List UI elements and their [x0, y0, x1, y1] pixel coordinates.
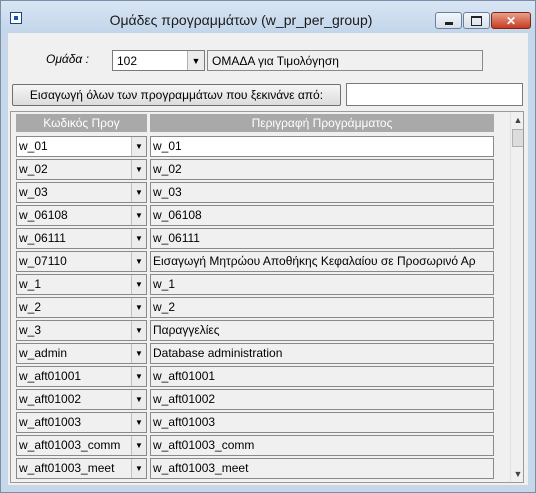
program-code-value: w_aft01003_meet	[19, 461, 115, 475]
scroll-up-icon[interactable]: ▲	[511, 112, 523, 128]
table-row[interactable]: w_07110 ▼ Εισαγωγή Μητρώου Αποθήκης Κεφαλα…	[11, 251, 501, 274]
vertical-scrollbar[interactable]: ▲ ▼	[510, 112, 523, 482]
program-code-dropdown[interactable]: w_aft01003 ▼	[16, 412, 147, 433]
group-combo-value: 102	[117, 54, 138, 68]
table-row[interactable]: w_aft01003_comm ▼ w_aft01003_comm	[11, 435, 501, 458]
minimize-button[interactable]	[435, 12, 462, 29]
program-description-field[interactable]: Παραγγελίες	[150, 320, 494, 341]
program-description-field[interactable]: w_01	[150, 136, 494, 157]
close-button[interactable]: ✕	[491, 12, 531, 29]
program-code-value: w_06108	[19, 208, 68, 222]
chevron-down-icon[interactable]: ▼	[131, 436, 146, 455]
group-combo[interactable]: 102 ▼	[112, 50, 205, 71]
program-code-value: w_2	[19, 300, 42, 314]
import-prefix-input[interactable]	[346, 83, 523, 106]
column-header-description: Περιγραφή Προγράμματος	[150, 114, 494, 132]
program-code-value: w_aft01001	[19, 369, 82, 383]
program-code-dropdown[interactable]: w_03 ▼	[16, 182, 147, 203]
table-row[interactable]: w_2 ▼ w_2	[11, 297, 501, 320]
table-row[interactable]: w_01 ▼ w_01	[11, 136, 501, 159]
program-code-dropdown[interactable]: w_aft01003_comm ▼	[16, 435, 147, 456]
program-code-dropdown[interactable]: w_07110 ▼	[16, 251, 147, 272]
chevron-down-icon[interactable]: ▼	[131, 160, 146, 179]
program-description-field[interactable]: Database administration	[150, 343, 494, 364]
chevron-down-icon[interactable]: ▼	[187, 51, 204, 70]
program-code-value: w_aft01002	[19, 392, 82, 406]
program-code-value: w_admin	[19, 346, 68, 360]
program-code-dropdown[interactable]: w_aft01002 ▼	[16, 389, 147, 410]
program-description-field[interactable]: w_aft01003_meet	[150, 458, 494, 479]
table-row[interactable]: w_1 ▼ w_1	[11, 274, 501, 297]
table-row[interactable]: w_3 ▼ Παραγγελίες	[11, 320, 501, 343]
title-bar[interactable]: Ομάδες προγραμμάτων (w_pr_per_group) ✕	[1, 1, 535, 33]
table-row[interactable]: w_aft01001 ▼ w_aft01001	[11, 366, 501, 389]
maximize-icon	[471, 15, 482, 26]
table-row[interactable]: w_03 ▼ w_03	[11, 182, 501, 205]
program-groups-window: Ομάδες προγραμμάτων (w_pr_per_group) ✕ Ο…	[0, 0, 536, 493]
table-row[interactable]: w_06108 ▼ w_06108	[11, 205, 501, 228]
program-description-field[interactable]: w_aft01001	[150, 366, 494, 387]
chevron-down-icon[interactable]: ▼	[131, 137, 146, 156]
program-code-dropdown[interactable]: w_1 ▼	[16, 274, 147, 295]
chevron-down-icon[interactable]: ▼	[131, 229, 146, 248]
table-row[interactable]: w_admin ▼ Database administration	[11, 343, 501, 366]
chevron-down-icon[interactable]: ▼	[131, 459, 146, 478]
program-description-field[interactable]: w_1	[150, 274, 494, 295]
chevron-down-icon[interactable]: ▼	[131, 252, 146, 271]
programs-grid: Κωδικός Προγ Περιγραφή Προγράμματος w_01…	[10, 111, 524, 483]
program-code-value: w_02	[19, 162, 48, 176]
program-description-field[interactable]: w_aft01002	[150, 389, 494, 410]
group-description-field: ΟΜΑΔΑ για Τιμολόγηση	[207, 50, 483, 71]
program-code-dropdown[interactable]: w_01 ▼	[16, 136, 147, 157]
program-code-value: w_06111	[19, 231, 66, 245]
program-code-dropdown[interactable]: w_06108 ▼	[16, 205, 147, 226]
chevron-down-icon[interactable]: ▼	[131, 413, 146, 432]
program-code-dropdown[interactable]: w_2 ▼	[16, 297, 147, 318]
import-programs-button[interactable]: Εισαγωγή όλων των προγραμμάτων που ξεκιν…	[12, 84, 341, 106]
program-code-dropdown[interactable]: w_3 ▼	[16, 320, 147, 341]
program-code-value: w_aft01003	[19, 415, 82, 429]
program-description-field[interactable]: w_06111	[150, 228, 494, 249]
window-title: Ομάδες προγραμμάτων (w_pr_per_group)	[109, 12, 373, 28]
program-description-field[interactable]: w_aft01003_comm	[150, 435, 494, 456]
scrollbar-thumb[interactable]	[512, 129, 523, 147]
group-label: Ομάδα :	[46, 52, 89, 66]
table-row[interactable]: w_02 ▼ w_02	[11, 159, 501, 182]
program-description-field[interactable]: w_02	[150, 159, 494, 180]
scroll-down-icon[interactable]: ▼	[511, 466, 523, 482]
program-code-value: w_aft01003_comm	[19, 438, 121, 452]
maximize-button[interactable]	[463, 12, 490, 29]
program-code-dropdown[interactable]: w_aft01003_meet ▼	[16, 458, 147, 479]
table-row[interactable]: w_06111 ▼ w_06111	[11, 228, 501, 251]
table-row[interactable]: w_aft01003_meet ▼ w_aft01003_meet	[11, 458, 501, 481]
program-code-value: w_07110	[19, 254, 67, 268]
program-description-field[interactable]: Εισαγωγή Μητρώου Αποθήκης Κεφαλαίου σε Π…	[150, 251, 494, 272]
chevron-down-icon[interactable]: ▼	[131, 298, 146, 317]
table-row[interactable]: w_aft01003 ▼ w_aft01003	[11, 412, 501, 435]
chevron-down-icon[interactable]: ▼	[131, 206, 146, 225]
table-row[interactable]: w_aft01002 ▼ w_aft01002	[11, 389, 501, 412]
program-code-value: w_1	[19, 277, 42, 291]
close-icon: ✕	[505, 13, 517, 28]
program-code-value: w_03	[19, 185, 48, 199]
program-code-dropdown[interactable]: w_admin ▼	[16, 343, 147, 364]
window-client-area: Ομάδα : 102 ▼ ΟΜΑΔΑ για Τιμολόγηση Εισαγ…	[8, 33, 528, 485]
program-code-dropdown[interactable]: w_aft01001 ▼	[16, 366, 147, 387]
program-description-field[interactable]: w_aft01003	[150, 412, 494, 433]
chevron-down-icon[interactable]: ▼	[131, 321, 146, 340]
chevron-down-icon[interactable]: ▼	[131, 344, 146, 363]
chevron-down-icon[interactable]: ▼	[131, 275, 146, 294]
program-code-dropdown[interactable]: w_06111 ▼	[16, 228, 147, 249]
column-header-code: Κωδικός Προγ	[16, 114, 147, 132]
program-description-field[interactable]: w_2	[150, 297, 494, 318]
program-code-value: w_01	[19, 139, 48, 153]
program-code-dropdown[interactable]: w_02 ▼	[16, 159, 147, 180]
program-description-field[interactable]: w_06108	[150, 205, 494, 226]
chevron-down-icon[interactable]: ▼	[131, 183, 146, 202]
minimize-icon	[444, 22, 453, 25]
program-code-value: w_3	[19, 323, 42, 337]
chevron-down-icon[interactable]: ▼	[131, 390, 146, 409]
chevron-down-icon[interactable]: ▼	[131, 367, 146, 386]
program-description-field[interactable]: w_03	[150, 182, 494, 203]
